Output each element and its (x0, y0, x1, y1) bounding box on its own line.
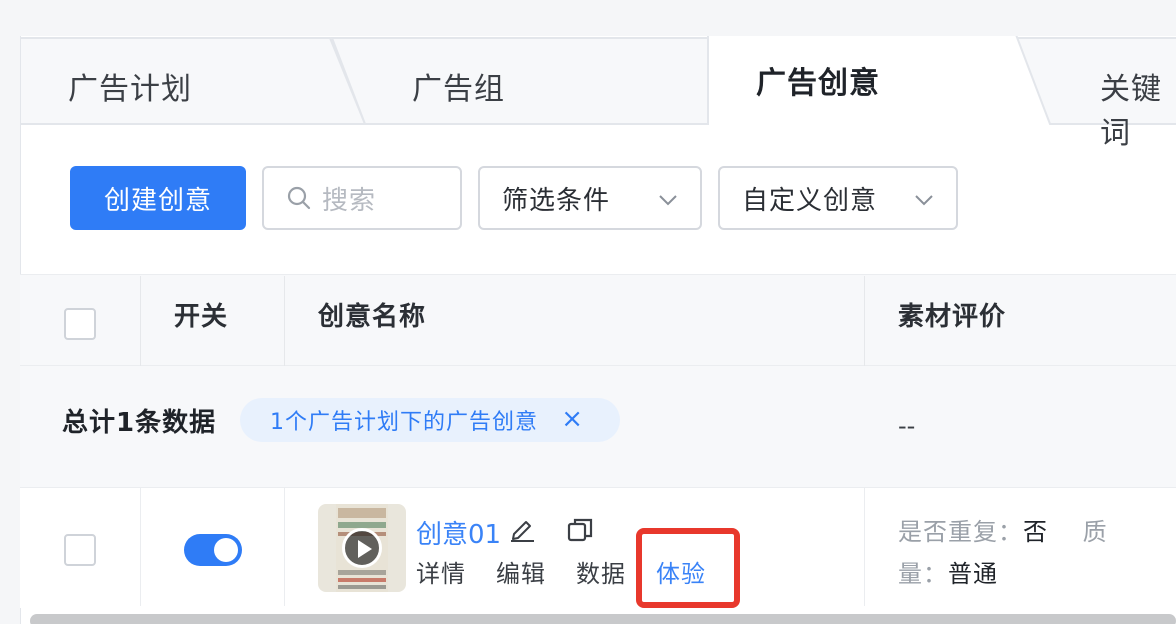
edit-link[interactable]: 编辑 (496, 554, 546, 589)
filter-tag: 1个广告计划下的广告创意 × (240, 398, 620, 442)
creative-thumbnail[interactable] (318, 504, 406, 592)
header-material-evaluation: 素材评价 (898, 302, 1007, 332)
filter-tag-label: 1个广告计划下的广告创意 (270, 410, 538, 435)
copy-icon[interactable] (566, 516, 594, 544)
custom-creative-select[interactable]: 自定义创意 (718, 166, 958, 230)
quality-key-part2: 量： (898, 560, 948, 588)
tab-ad-creative[interactable]: 广告创意 (756, 58, 880, 102)
column-divider (284, 276, 285, 366)
creative-name-link[interactable]: 创意01 (416, 514, 501, 551)
horizontal-scrollbar[interactable] (30, 614, 1176, 624)
tab-bar: 广告计划 广告组 广告创意 关键词 (20, 36, 1176, 151)
highlight-box (636, 528, 740, 608)
tab-shapes (20, 36, 1176, 125)
quality-key-part1: 质 (1082, 518, 1108, 546)
tab-campaign[interactable]: 广告计划 (68, 64, 192, 108)
tab-ad-group[interactable]: 广告组 (412, 64, 505, 108)
custom-select-label: 自定义创意 (742, 185, 878, 216)
select-all-checkbox[interactable] (64, 308, 96, 340)
filter-select-label: 筛选条件 (502, 185, 611, 216)
repeat-value: 否 (1023, 518, 1048, 546)
column-divider (864, 488, 865, 606)
edit-icon[interactable] (508, 514, 536, 542)
quality-value: 普通 (948, 560, 998, 588)
repeat-status: 是否重复：否 质 (898, 512, 1108, 547)
column-divider (284, 488, 285, 606)
summary-evaluation: -- (898, 412, 916, 440)
filter-select[interactable]: 筛选条件 (478, 166, 702, 230)
search-icon (287, 186, 311, 210)
close-icon[interactable]: × (561, 404, 584, 434)
row-checkbox[interactable] (64, 534, 96, 566)
search-placeholder: 搜索 (322, 185, 377, 216)
search-input[interactable]: 搜索 (262, 166, 462, 230)
column-divider (140, 276, 141, 366)
header-creative-name: 创意名称 (318, 302, 427, 332)
repeat-key: 是否重复： (898, 518, 1023, 546)
data-link[interactable]: 数据 (576, 554, 626, 589)
tab-keywords[interactable]: 关键词 (1100, 64, 1176, 152)
toggle-knob (214, 538, 238, 562)
chevron-down-icon (915, 195, 933, 206)
column-divider (864, 276, 865, 366)
details-link[interactable]: 详情 (416, 554, 466, 589)
creative-switch-toggle[interactable] (184, 534, 242, 566)
chevron-down-icon (659, 195, 677, 206)
create-creative-button[interactable]: 创建创意 (70, 166, 246, 230)
summary-count: 总计1条数据 (62, 408, 217, 438)
column-divider (140, 488, 141, 606)
header-switch: 开关 (174, 302, 229, 332)
quality-status: 量：普通 (898, 554, 998, 589)
play-icon[interactable] (342, 528, 382, 568)
